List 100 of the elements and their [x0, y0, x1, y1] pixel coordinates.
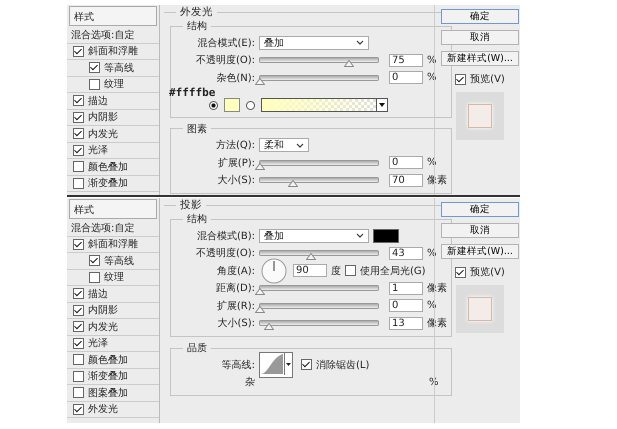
style-item[interactable]: 等高线: [104, 254, 134, 268]
radio-button[interactable]: [209, 100, 218, 110]
contour-picker[interactable]: [259, 352, 293, 378]
checkbox[interactable]: [73, 46, 84, 57]
field-label: 不透明度(O):: [194, 54, 255, 68]
field-label: 杂: [244, 376, 255, 390]
style-item[interactable]: 纹理: [104, 77, 124, 92]
style-item[interactable]: 描边: [88, 94, 108, 108]
style-item[interactable]: 图案叠加: [88, 386, 128, 400]
value-field[interactable]: 13: [389, 316, 423, 330]
dialog-button[interactable]: 确定: [441, 202, 519, 217]
gradient-picker[interactable]: [261, 98, 388, 112]
blend-mode-dropdown[interactable]: 柔和: [259, 138, 309, 152]
field-label: 杂色(N):: [215, 72, 255, 85]
color-swatch[interactable]: [224, 98, 240, 112]
value-field[interactable]: 43: [389, 246, 423, 260]
dialog-button[interactable]: 确定: [441, 9, 519, 24]
style-item[interactable]: 内阴影: [88, 110, 118, 124]
checkbox[interactable]: [89, 272, 100, 283]
blend-mode-dropdown[interactable]: 叠加: [259, 36, 369, 50]
chevron-down-icon: [296, 142, 304, 148]
dialog-button[interactable]: 新建样式(W)...: [441, 244, 519, 259]
style-item[interactable]: 光泽: [88, 143, 108, 158]
slider-thumb[interactable]: [255, 306, 265, 313]
angle-field[interactable]: 90: [293, 264, 327, 278]
checkbox[interactable]: [73, 387, 84, 398]
field-label: 等高线:: [220, 358, 255, 372]
field-label: 扩展(R):: [216, 300, 255, 313]
dialog-button[interactable]: 取消: [441, 223, 519, 238]
angle-dial-icon[interactable]: [261, 258, 287, 284]
value-field[interactable]: 0: [389, 156, 423, 170]
slider-thumb[interactable]: [288, 180, 298, 188]
checkbox[interactable]: [73, 321, 84, 332]
style-item[interactable]: 颜色叠加: [88, 160, 128, 174]
checkbox[interactable]: [73, 370, 84, 382]
checkbox[interactable]: [73, 112, 84, 123]
slider-thumb[interactable]: [264, 323, 274, 330]
style-item[interactable]: 内发光: [88, 126, 118, 141]
checkbox[interactable]: [89, 62, 100, 74]
checkbox[interactable]: [73, 288, 84, 300]
checkbox[interactable]: [455, 266, 466, 278]
style-item[interactable]: 内发光: [88, 320, 118, 334]
radio-button[interactable]: [246, 100, 255, 110]
checkbox[interactable]: [73, 144, 84, 156]
value-field[interactable]: 0: [389, 71, 423, 84]
color-swatch[interactable]: [373, 228, 399, 243]
field-label: 方法(Q):: [214, 138, 255, 152]
checkbox[interactable]: [73, 404, 84, 415]
checkbox[interactable]: [301, 359, 312, 370]
style-item[interactable]: 外发光: [88, 402, 118, 416]
dropdown-arrow-icon[interactable]: [376, 99, 387, 111]
style-item[interactable]: 渐变叠加: [88, 369, 128, 384]
style-item[interactable]: 内阴影: [88, 303, 118, 318]
blend-mode-dropdown[interactable]: 叠加: [259, 228, 369, 243]
style-item[interactable]: 等高线: [104, 60, 134, 75]
group-title: 结构: [186, 20, 208, 33]
checkbox[interactable]: [89, 255, 100, 266]
blend-options-item[interactable]: 混合选项:自定: [67, 27, 159, 44]
style-item[interactable]: 斜面和浮雕: [88, 44, 138, 58]
value-field[interactable]: 75: [389, 54, 423, 67]
field-label: 不透明度(O):: [194, 246, 255, 260]
checkbox[interactable]: [73, 338, 84, 349]
checkbox[interactable]: [73, 178, 84, 189]
section-title: 投影: [179, 198, 203, 212]
field-label: 角度(A):: [216, 264, 255, 278]
checkbox[interactable]: [345, 265, 356, 276]
slider-thumb[interactable]: [255, 288, 265, 296]
dialog-button[interactable]: 取消: [441, 30, 519, 45]
style-item[interactable]: 颜色叠加: [88, 352, 128, 367]
value-field[interactable]: 0: [389, 299, 423, 312]
checkbox-label: 使用全局光(G): [360, 264, 426, 278]
slider-thumb[interactable]: [255, 78, 265, 85]
slider-thumb[interactable]: [255, 162, 265, 170]
slider-thumb[interactable]: [306, 253, 316, 260]
preview-label: 预览(V): [470, 73, 505, 86]
style-item[interactable]: 渐变叠加: [88, 176, 128, 190]
checkbox[interactable]: [73, 161, 84, 172]
style-item[interactable]: 斜面和浮雕: [88, 237, 138, 252]
checkbox[interactable]: [73, 354, 84, 366]
blend-options-item[interactable]: 混合选项:自定: [67, 220, 159, 236]
checkbox[interactable]: [73, 238, 84, 250]
checkbox[interactable]: [73, 95, 84, 106]
value-field[interactable]: 70: [389, 174, 423, 187]
slider-thumb[interactable]: [344, 60, 354, 68]
preview-thumbnail: [456, 285, 504, 333]
checkbox[interactable]: [73, 128, 84, 140]
dialog-button[interactable]: 新建样式(W)...: [441, 51, 519, 66]
checkbox[interactable]: [89, 78, 100, 90]
style-item[interactable]: 纹理: [104, 270, 124, 284]
preview-label: 预览(V): [470, 266, 505, 279]
preview-thumbnail: [456, 92, 504, 140]
value-field[interactable]: 1: [389, 282, 423, 295]
style-item[interactable]: 光泽: [88, 336, 108, 350]
dropdown-arrow-icon[interactable]: [284, 352, 292, 375]
color-annotation: #ffffbe: [169, 86, 216, 98]
style-item[interactable]: 描边: [88, 286, 108, 301]
field-label: 大小(S):: [216, 174, 255, 188]
checkbox[interactable]: [73, 304, 84, 316]
unit-label: 度: [331, 264, 341, 278]
checkbox[interactable]: [455, 74, 466, 84]
